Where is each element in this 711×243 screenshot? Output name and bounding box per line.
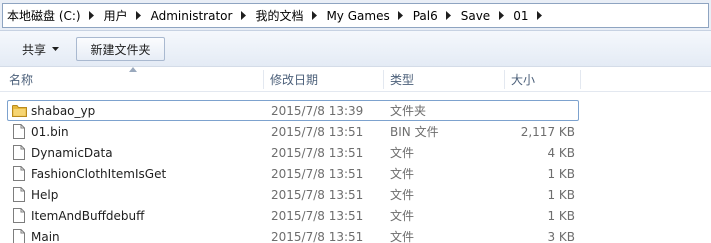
breadcrumb-label[interactable]: 我的文档	[250, 7, 307, 24]
column-divider[interactable]	[504, 70, 505, 89]
file-type: 文件	[390, 146, 415, 160]
column-divider[interactable]	[383, 70, 384, 89]
column-type[interactable]: 类型	[390, 67, 414, 92]
file-date: 2015/7/8 13:51	[271, 166, 364, 181]
breadcrumb-users[interactable]: 用户	[99, 4, 146, 27]
chevron-right-icon[interactable]	[236, 4, 250, 27]
file-icon	[11, 142, 27, 163]
file-name[interactable]: shabao_yp	[31, 100, 95, 121]
file-date: 2015/7/8 13:39	[271, 103, 364, 118]
column-name[interactable]: 名称	[9, 67, 33, 92]
chevron-right-icon[interactable]	[442, 4, 456, 27]
new-folder-button[interactable]: 新建文件夹	[76, 37, 165, 61]
breadcrumb-label[interactable]: 01	[508, 9, 532, 23]
file-row[interactable]: DynamicData 2015/7/8 13:51 文件 4 KB	[0, 142, 711, 163]
breadcrumb-label[interactable]: My Games	[321, 9, 393, 23]
breadcrumb-my-games[interactable]: My Games	[321, 4, 407, 27]
chevron-right-icon[interactable]	[132, 4, 146, 27]
file-size: 4 KB	[547, 145, 575, 160]
sort-ascending-icon	[129, 67, 137, 72]
file-type: 文件夹	[390, 104, 427, 118]
file-type: 文件	[390, 188, 415, 202]
column-divider[interactable]	[263, 70, 264, 89]
file-row[interactable]: 01.bin 2015/7/8 13:51 BIN 文件 2,117 KB	[0, 121, 711, 142]
file-icon	[11, 226, 27, 243]
column-date-modified[interactable]: 修改日期	[270, 67, 318, 92]
file-size: 1 KB	[547, 187, 575, 202]
chevron-down-icon	[52, 47, 60, 51]
file-row[interactable]: Main 2015/7/8 13:51 文件 3 KB	[0, 226, 711, 243]
breadcrumb-my-documents[interactable]: 我的文档	[250, 4, 321, 27]
breadcrumb-label[interactable]: Save	[456, 9, 494, 23]
file-name[interactable]: DynamicData	[31, 142, 113, 163]
file-type: 文件	[390, 230, 415, 243]
file-name[interactable]: FashionClothItemIsGet	[31, 163, 166, 184]
command-bar: 共享 新建文件夹	[0, 31, 711, 67]
address-bar[interactable]: 本地磁盘 (C:) 用户 Administrator 我的文档 My Games…	[2, 3, 709, 28]
chevron-right-icon[interactable]	[85, 4, 99, 27]
breadcrumb-administrator[interactable]: Administrator	[146, 4, 251, 27]
breadcrumb-label[interactable]: 用户	[99, 7, 132, 24]
file-icon	[11, 205, 27, 226]
file-date: 2015/7/8 13:51	[271, 229, 364, 243]
breadcrumb-local-disk[interactable]: 本地磁盘 (C:)	[3, 4, 99, 27]
file-row[interactable]: Help 2015/7/8 13:51 文件 1 KB	[0, 184, 711, 205]
file-row[interactable]: shabao_yp 2015/7/8 13:39 文件夹	[0, 100, 711, 121]
file-size	[440, 100, 575, 121]
file-size: 3 KB	[547, 229, 575, 243]
breadcrumb-save[interactable]: Save	[456, 4, 508, 27]
file-name[interactable]: Help	[31, 184, 58, 205]
file-icon	[11, 163, 27, 184]
file-date: 2015/7/8 13:51	[271, 208, 364, 223]
file-date: 2015/7/8 13:51	[271, 187, 364, 202]
chevron-right-icon[interactable]	[307, 4, 321, 27]
file-date: 2015/7/8 13:51	[271, 145, 364, 160]
file-row[interactable]: ItemAndBuffdebuff 2015/7/8 13:51 文件 1 KB	[0, 205, 711, 226]
new-folder-label: 新建文件夹	[90, 42, 151, 57]
breadcrumb-01[interactable]: 01	[508, 4, 546, 27]
file-row[interactable]: FashionClothItemIsGet 2015/7/8 13:51 文件 …	[0, 163, 711, 184]
file-size: 1 KB	[547, 166, 575, 181]
file-size: 2,117 KB	[520, 124, 575, 139]
column-size[interactable]: 大小	[511, 67, 535, 92]
file-name[interactable]: 01.bin	[31, 121, 69, 142]
folder-icon	[11, 100, 27, 121]
column-header: 名称 修改日期 类型 大小	[0, 67, 711, 92]
file-size: 1 KB	[547, 208, 575, 223]
file-icon	[11, 121, 27, 142]
chevron-right-icon[interactable]	[532, 4, 546, 27]
file-date: 2015/7/8 13:51	[271, 124, 364, 139]
file-name[interactable]: Main	[31, 226, 60, 243]
breadcrumb-pal6[interactable]: Pal6	[408, 4, 456, 27]
file-name[interactable]: ItemAndBuffdebuff	[31, 205, 144, 226]
file-type: 文件	[390, 209, 415, 223]
chevron-right-icon[interactable]	[394, 4, 408, 27]
share-button[interactable]: 共享	[14, 37, 67, 61]
file-type: 文件	[390, 167, 415, 181]
breadcrumb-label[interactable]: Pal6	[408, 9, 442, 23]
column-divider[interactable]	[580, 70, 581, 89]
chevron-right-icon[interactable]	[494, 4, 508, 27]
address-bar-area: 本地磁盘 (C:) 用户 Administrator 我的文档 My Games…	[0, 0, 711, 31]
share-label: 共享	[22, 42, 47, 57]
breadcrumb-label[interactable]: 本地磁盘 (C:)	[3, 7, 85, 24]
file-icon	[11, 184, 27, 205]
file-type: BIN 文件	[390, 125, 439, 139]
breadcrumb-label[interactable]: Administrator	[146, 9, 237, 23]
